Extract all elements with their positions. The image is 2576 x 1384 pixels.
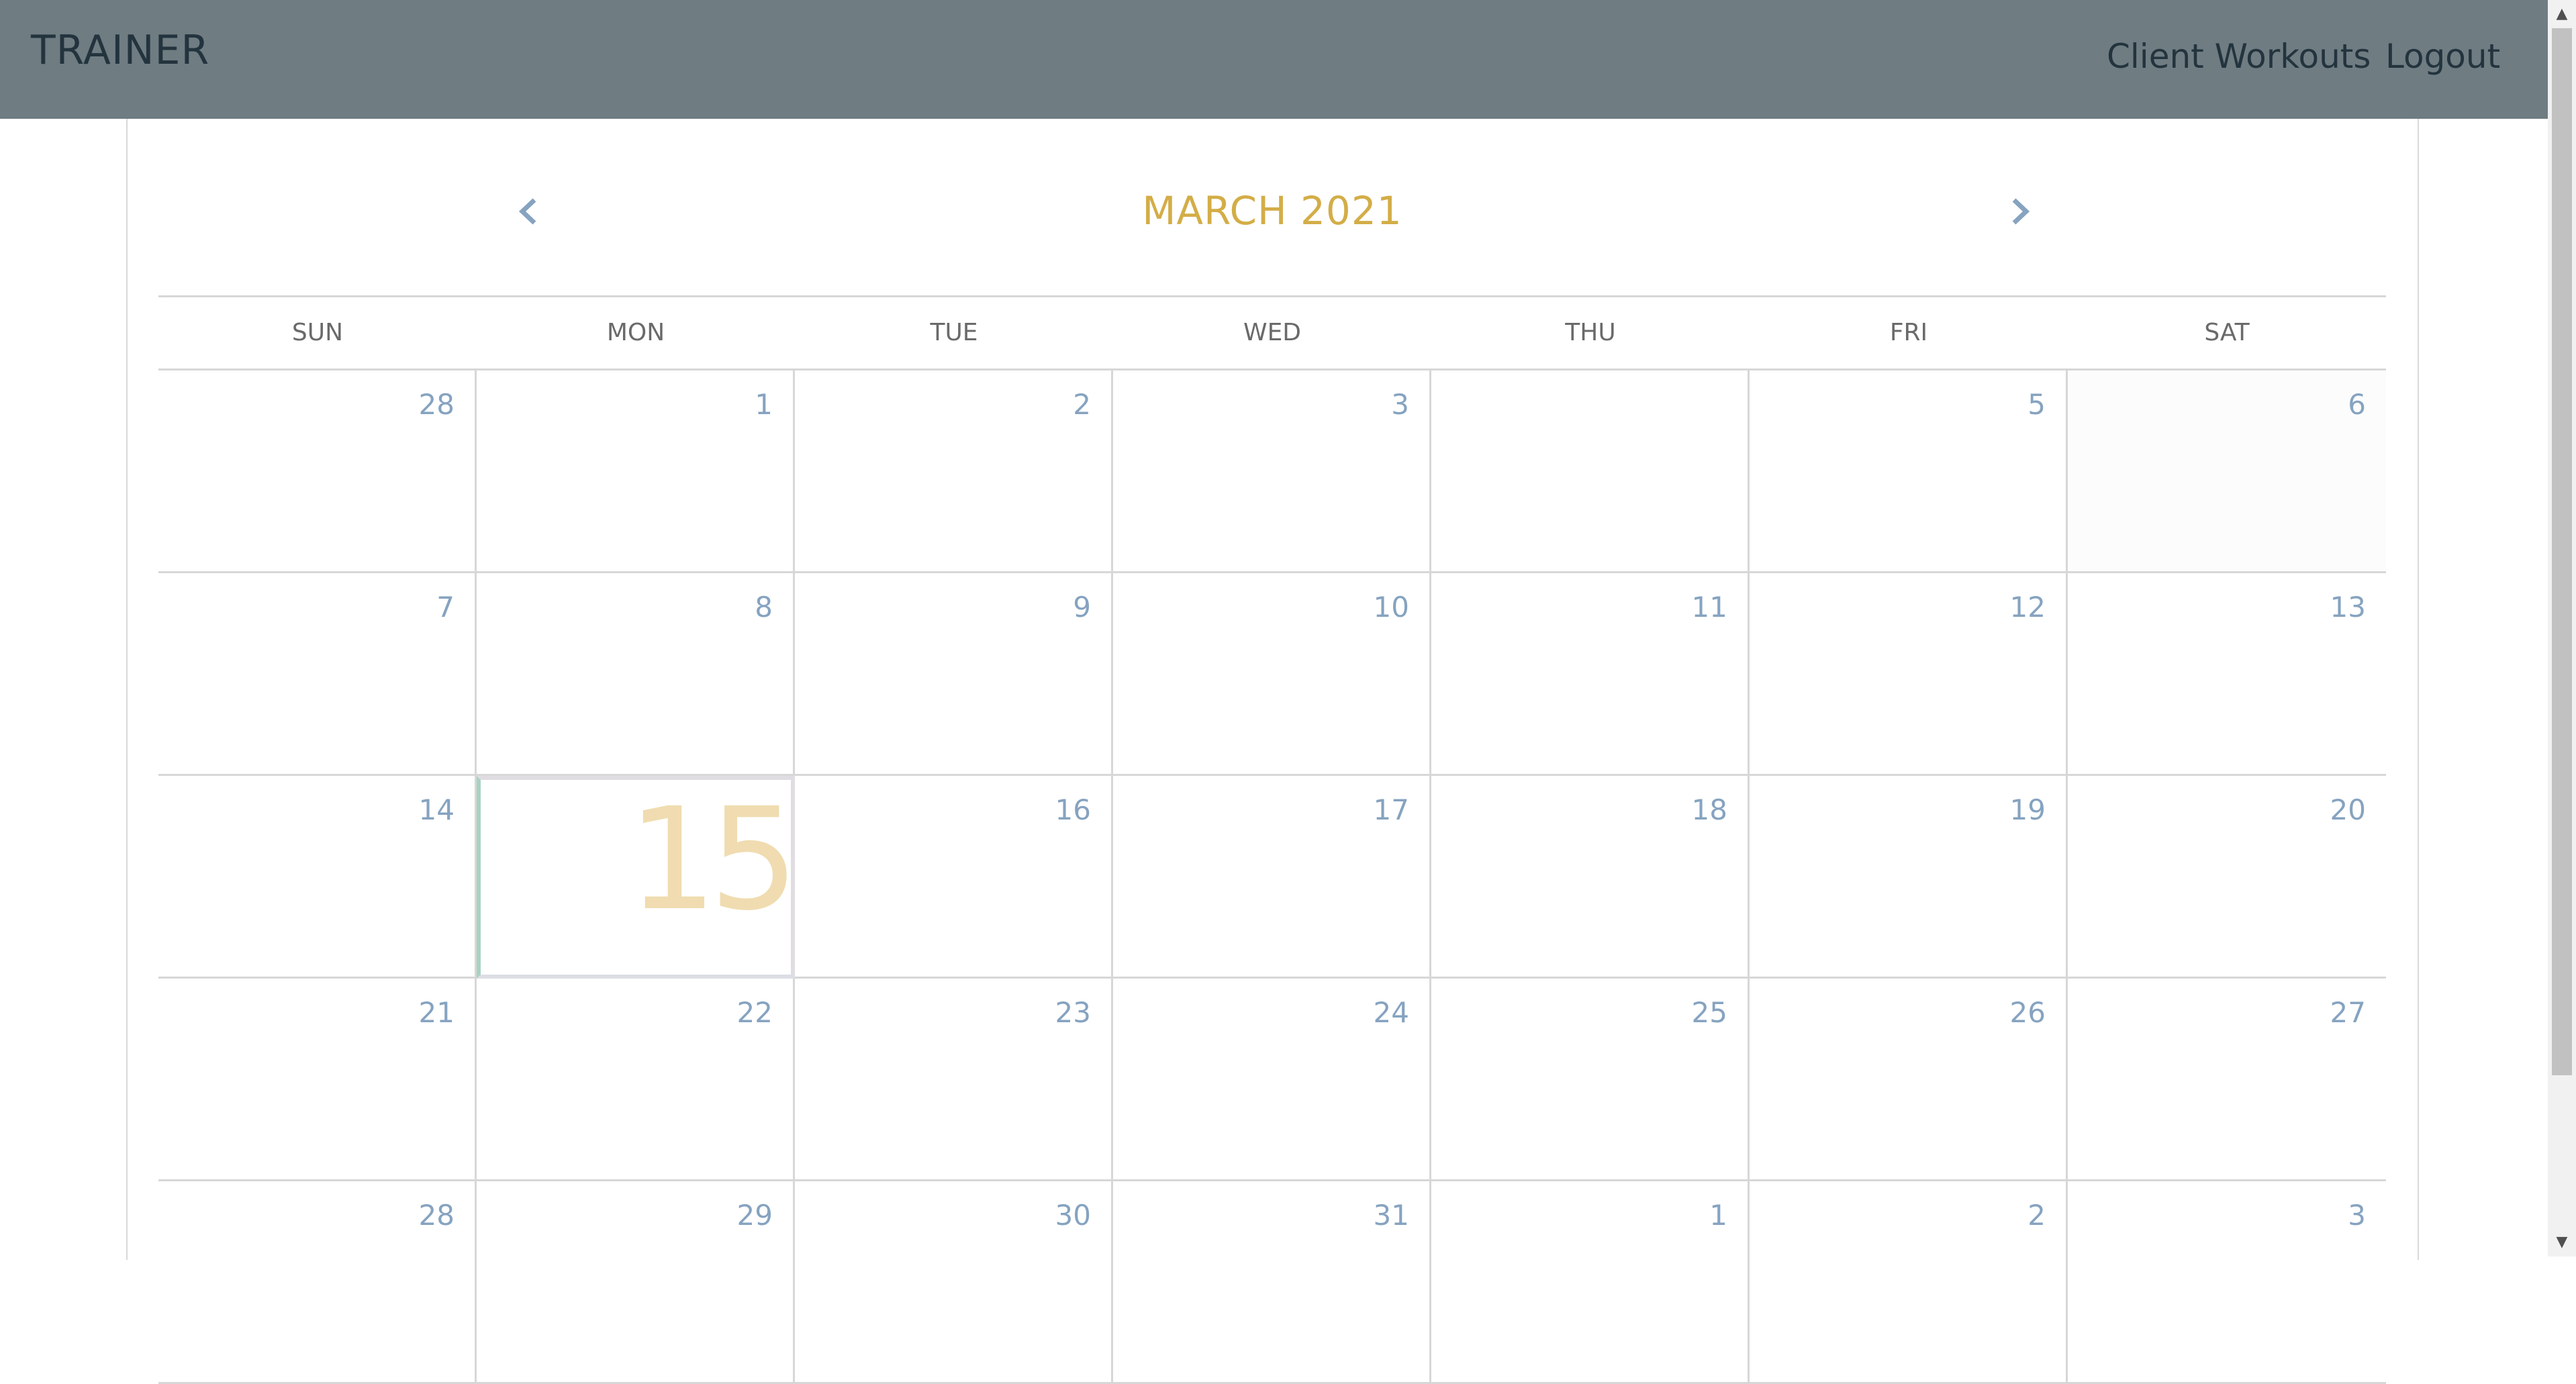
calendar-weeks: 28 1 2 3 5 6 7 8 9 10 11 12 13 14 15 16 17 18 19 20 21 22 23 24… bbox=[158, 370, 2386, 1384]
brand-logo[interactable]: TRAINER bbox=[31, 27, 209, 74]
weekday-label: THU bbox=[1565, 319, 1616, 346]
month-header: MARCH 2021 bbox=[158, 154, 2386, 262]
calendar-day[interactable]: 19 bbox=[1750, 776, 2068, 979]
calendar-day[interactable]: 13 bbox=[2068, 573, 2386, 776]
calendar-day[interactable]: 24 bbox=[1113, 979, 1431, 1181]
weekday-header-row: SUN MON TUE WED THU FRI SAT bbox=[158, 297, 2386, 370]
weekday-label: TUE bbox=[930, 319, 978, 346]
calendar-day[interactable]: 22 bbox=[477, 979, 795, 1181]
calendar-day[interactable]: 6 bbox=[2068, 370, 2386, 573]
day-number: 25 bbox=[1691, 996, 1727, 1029]
day-number: 3 bbox=[1391, 388, 1409, 421]
calendar-day[interactable]: 3 bbox=[2068, 1181, 2386, 1384]
day-number: 30 bbox=[1055, 1199, 1091, 1232]
day-number: 2 bbox=[2028, 1199, 2046, 1232]
day-number: 28 bbox=[418, 1199, 455, 1232]
day-number: 1 bbox=[1709, 1199, 1727, 1232]
calendar-day[interactable]: 21 bbox=[158, 979, 477, 1181]
day-number: 13 bbox=[2330, 591, 2366, 624]
day-number: 8 bbox=[755, 591, 773, 624]
day-number: 28 bbox=[418, 388, 455, 421]
calendar-day[interactable]: 5 bbox=[1750, 370, 2068, 573]
day-number: 7 bbox=[436, 591, 455, 624]
calendar-day[interactable]: 12 bbox=[1750, 573, 2068, 776]
day-number: 10 bbox=[1373, 591, 1409, 624]
calendar-day[interactable]: 3 bbox=[1113, 370, 1431, 573]
day-number: 31 bbox=[1373, 1199, 1409, 1232]
calendar-day[interactable]: 26 bbox=[1750, 979, 2068, 1181]
calendar-day[interactable]: 9 bbox=[795, 573, 1113, 776]
day-number: 6 bbox=[2348, 388, 2366, 421]
calendar-day[interactable]: 25 bbox=[1431, 979, 1750, 1181]
calendar-day[interactable]: 1 bbox=[1431, 1181, 1750, 1384]
calendar-day[interactable]: 30 bbox=[795, 1181, 1113, 1384]
calendar-day[interactable]: 14 bbox=[158, 776, 477, 979]
calendar-day[interactable]: 11 bbox=[1431, 573, 1750, 776]
calendar-day[interactable]: 18 bbox=[1431, 776, 1750, 979]
nav-logout-link[interactable]: Logout bbox=[2385, 37, 2500, 76]
vertical-scrollbar[interactable]: ▲ ▼ bbox=[2548, 0, 2576, 1256]
day-number: 21 bbox=[418, 996, 455, 1029]
nav-client-workouts-link[interactable]: Client Workouts bbox=[2107, 37, 2371, 76]
weekday-label: SUN bbox=[291, 319, 344, 346]
day-number: 22 bbox=[736, 996, 773, 1029]
calendar-day[interactable]: 10 bbox=[1113, 573, 1431, 776]
day-number: 18 bbox=[1691, 793, 1727, 826]
month-title: MARCH 2021 bbox=[1142, 188, 1402, 234]
day-number: 3 bbox=[2348, 1199, 2366, 1232]
weekday-label: FRI bbox=[1889, 319, 1928, 346]
day-number: 16 bbox=[1055, 793, 1091, 826]
day-number: 20 bbox=[2330, 793, 2366, 826]
day-number: 12 bbox=[2009, 591, 2046, 624]
calendar-day[interactable]: 16 bbox=[795, 776, 1113, 979]
scrollbar-thumb[interactable] bbox=[2552, 28, 2572, 1075]
day-number: 5 bbox=[2028, 388, 2046, 421]
chevron-right-icon bbox=[2012, 198, 2030, 225]
day-number: 9 bbox=[1073, 591, 1091, 624]
day-number: 27 bbox=[2330, 996, 2366, 1029]
calendar-day[interactable]: 8 bbox=[477, 573, 795, 776]
calendar-day[interactable]: 23 bbox=[795, 979, 1113, 1181]
calendar-day[interactable]: 20 bbox=[2068, 776, 2386, 979]
day-number: 29 bbox=[736, 1199, 773, 1232]
day-number: 26 bbox=[2009, 996, 2046, 1029]
calendar-day[interactable] bbox=[1431, 370, 1750, 573]
calendar-day[interactable]: 2 bbox=[1750, 1181, 2068, 1384]
weekday-label: SAT bbox=[2204, 319, 2250, 346]
weekday-label: MON bbox=[606, 319, 665, 346]
scroll-down-icon[interactable]: ▼ bbox=[2548, 1228, 2576, 1256]
top-navbar: TRAINER Client Workouts Logout bbox=[0, 0, 2548, 119]
calendar-day[interactable]: 2 bbox=[795, 370, 1113, 573]
scroll-up-icon[interactable]: ▲ bbox=[2548, 0, 2576, 28]
day-number: 15 bbox=[627, 777, 799, 942]
day-number: 11 bbox=[1691, 591, 1727, 624]
calendar-day-today[interactable]: 15 bbox=[477, 776, 799, 979]
calendar-day[interactable]: 17 bbox=[1113, 776, 1431, 979]
next-month-button[interactable] bbox=[2006, 195, 2033, 228]
day-number: 2 bbox=[1073, 388, 1091, 421]
day-number: 24 bbox=[1373, 996, 1409, 1029]
calendar-day[interactable]: 27 bbox=[2068, 979, 2386, 1181]
weekday-label: WED bbox=[1243, 319, 1302, 346]
calendar-day[interactable]: 29 bbox=[477, 1181, 795, 1384]
calendar-grid: SUN MON TUE WED THU FRI SAT 28 1 2 3 5 6 7 8 9 10 11 12 13… bbox=[158, 295, 2386, 1384]
calendar-day[interactable]: 1 bbox=[477, 370, 795, 573]
calendar-day[interactable]: 7 bbox=[158, 573, 477, 776]
calendar-day[interactable]: 28 bbox=[158, 1181, 477, 1384]
calendar-day[interactable]: 31 bbox=[1113, 1181, 1431, 1384]
day-number: 19 bbox=[2009, 793, 2046, 826]
day-number: 14 bbox=[418, 793, 455, 826]
day-number: 17 bbox=[1373, 793, 1409, 826]
calendar-day[interactable]: 28 bbox=[158, 370, 477, 573]
day-number: 1 bbox=[755, 388, 773, 421]
day-number: 23 bbox=[1055, 996, 1091, 1029]
